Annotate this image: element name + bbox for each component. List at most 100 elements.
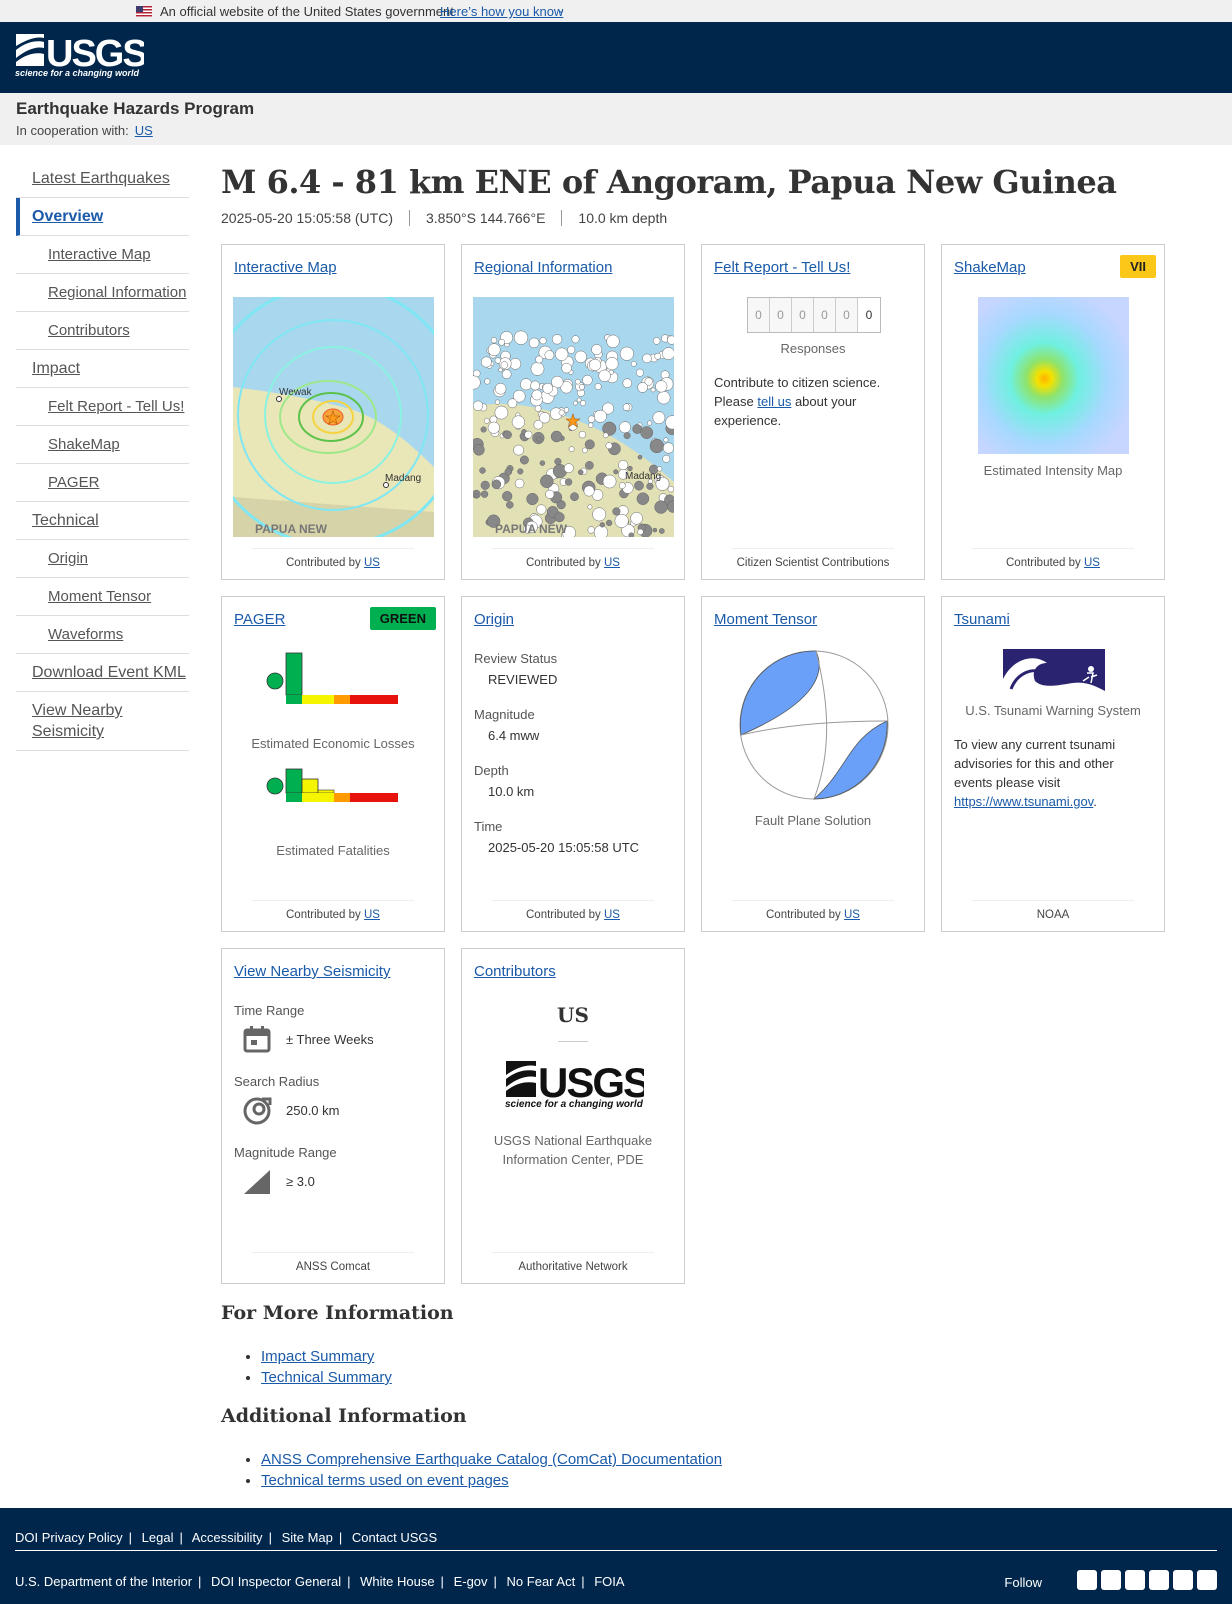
usgs-logo[interactable]: USGS science for a changing world xyxy=(14,30,144,78)
footer-link-legal[interactable]: Legal xyxy=(142,1530,174,1545)
seismicity-dot xyxy=(578,430,587,439)
card-title-nearby[interactable]: View Nearby Seismicity xyxy=(234,963,390,980)
contributor-link[interactable]: US xyxy=(844,909,860,921)
comcat-docs-link[interactable]: ANSS Comprehensive Earthquake Catalog (C… xyxy=(261,1451,722,1468)
footer-link-contact[interactable]: Contact USGS xyxy=(352,1530,437,1545)
contributor-link[interactable]: US xyxy=(604,909,620,921)
tsunami-warning-logo[interactable] xyxy=(1003,649,1105,695)
card-title-tsunami[interactable]: Tsunami xyxy=(954,611,1010,628)
card-title-moment-tensor[interactable]: Moment Tensor xyxy=(714,611,817,628)
nav-regional-information[interactable]: Regional Information xyxy=(16,274,189,312)
technical-terms-link[interactable]: Technical terms used on event pages xyxy=(261,1472,509,1489)
nav-download-kml[interactable]: Download Event KML xyxy=(16,654,189,692)
felt-description: Contribute to citizen science. Please te… xyxy=(714,373,914,430)
impact-summary-link[interactable]: Impact Summary xyxy=(261,1348,374,1365)
nav-technical[interactable]: Technical xyxy=(16,502,189,540)
footer-link-inspector[interactable]: DOI Inspector General xyxy=(211,1574,341,1589)
card-title-regional[interactable]: Regional Information xyxy=(474,259,612,276)
economic-losses-histogram[interactable] xyxy=(266,649,406,719)
seismicity-dot xyxy=(593,525,609,537)
nav-latest-earthquakes[interactable]: Latest Earthquakes xyxy=(16,160,189,198)
how-you-know-link[interactable]: Here’s how you know xyxy=(440,4,563,19)
seismicity-dot xyxy=(494,357,502,364)
nav-contributors[interactable]: Contributors xyxy=(16,312,189,350)
github-icon[interactable] xyxy=(1125,1570,1145,1590)
card-pager[interactable]: PAGER GREEN Estimated Economic Losses Es… xyxy=(221,596,445,932)
nav-pager[interactable]: PAGER xyxy=(16,464,189,502)
footer-link-whitehouse[interactable]: White House xyxy=(360,1574,434,1589)
list-item: Impact Summary xyxy=(261,1346,392,1367)
youtube-icon[interactable] xyxy=(1173,1570,1193,1590)
footer-link-doi[interactable]: U.S. Department of the Interior xyxy=(15,1574,192,1589)
tsunami-gov-link[interactable]: https://www.tsunami.gov xyxy=(954,794,1093,809)
nav-origin[interactable]: Origin xyxy=(16,540,189,578)
card-tsunami[interactable]: Tsunami U.S. Tsunami Warning System To v… xyxy=(941,596,1165,932)
nav-moment-tensor[interactable]: Moment Tensor xyxy=(16,578,189,616)
social-links xyxy=(1077,1570,1217,1590)
regional-map-thumbnail[interactable]: ★ Madang PAPUA NEW xyxy=(473,297,674,537)
seismicity-dot xyxy=(554,512,565,523)
nav-view-nearby-seismicity[interactable]: View Nearby Seismicity xyxy=(16,692,189,751)
seismicity-dot xyxy=(535,355,543,364)
card-title-interactive-map[interactable]: Interactive Map xyxy=(234,259,337,276)
flickr-icon[interactable] xyxy=(1149,1570,1169,1590)
seismicity-dot xyxy=(642,353,652,364)
card-title-origin[interactable]: Origin xyxy=(474,611,514,628)
card-nearby-seismicity[interactable]: View Nearby Seismicity Time Range ± Thre… xyxy=(221,948,445,1284)
nav-overview[interactable]: Overview xyxy=(16,198,189,236)
seismicity-dot xyxy=(494,399,501,405)
seismicity-dot xyxy=(551,334,563,345)
seismicity-dot xyxy=(578,384,585,390)
card-moment-tensor[interactable]: Moment Tensor Fault Plane Solution Contr… xyxy=(701,596,925,932)
card-title-contributors[interactable]: Contributors xyxy=(474,963,556,980)
seismicity-dot xyxy=(491,479,502,490)
interactive-map-thumbnail[interactable]: ★ Wewak Madang PAPUA NEW xyxy=(233,297,434,537)
tsunami-caption: U.S. Tsunami Warning System xyxy=(965,703,1141,718)
card-interactive-map[interactable]: Interactive Map ★ Wewak Madang PAPUA NEW… xyxy=(221,244,445,580)
twitter-icon[interactable] xyxy=(1077,1570,1097,1590)
event-sidebar-nav: Latest Earthquakes Overview Interactive … xyxy=(16,160,189,751)
contributor-link[interactable]: US xyxy=(364,557,380,569)
time-range-label: Time Range xyxy=(234,1003,305,1018)
beachball-icon[interactable] xyxy=(738,649,890,801)
card-regional-information[interactable]: Regional Information ★ Madang PAPUA NEW … xyxy=(461,244,685,580)
counter-digit: 0 xyxy=(836,298,858,332)
card-title-felt-report[interactable]: Felt Report - Tell Us! xyxy=(714,259,850,276)
coop-link[interactable]: US xyxy=(135,123,153,138)
card-contributors[interactable]: Contributors US USGS science for a chang… xyxy=(461,948,685,1284)
footer-link-privacy[interactable]: DOI Privacy Policy xyxy=(15,1530,123,1545)
shakemap-thumbnail[interactable] xyxy=(978,297,1129,454)
contributor-link[interactable]: US xyxy=(604,557,620,569)
card-title-pager[interactable]: PAGER xyxy=(234,611,285,628)
nav-waveforms[interactable]: Waveforms xyxy=(16,616,189,654)
footer-link-sitemap[interactable]: Site Map xyxy=(282,1530,333,1545)
footer-link-accessibility[interactable]: Accessibility xyxy=(192,1530,263,1545)
fatalities-histogram[interactable] xyxy=(266,763,406,833)
facebook-icon[interactable] xyxy=(1101,1570,1121,1590)
card-shakemap[interactable]: ShakeMap VII Estimated Intensity Map Con… xyxy=(941,244,1165,580)
regional-map-label-madang: Madang xyxy=(625,471,661,482)
seismicity-dot xyxy=(542,382,554,394)
tell-us-link[interactable]: tell us xyxy=(757,394,791,409)
card-felt-report[interactable]: Felt Report - Tell Us! 0 0 0 0 0 0 Respo… xyxy=(701,244,925,580)
instagram-icon[interactable] xyxy=(1197,1570,1217,1590)
contributor-network-code: US xyxy=(557,1003,589,1027)
program-title[interactable]: Earthquake Hazards Program xyxy=(16,99,254,119)
contributor-link[interactable]: US xyxy=(364,909,380,921)
nav-interactive-map[interactable]: Interactive Map xyxy=(16,236,189,274)
nav-shakemap[interactable]: ShakeMap xyxy=(16,426,189,464)
seismicity-dot xyxy=(619,421,631,434)
footer-link-nofear[interactable]: No Fear Act xyxy=(507,1574,576,1589)
card-title-shakemap[interactable]: ShakeMap xyxy=(954,259,1026,276)
card-origin[interactable]: Origin Review Status REVIEWED Magnitude … xyxy=(461,596,685,932)
footer-link-egov[interactable]: E-gov xyxy=(454,1574,488,1589)
map-label-madang: Madang xyxy=(385,473,421,484)
tsunami-description: To view any current tsunami advisories f… xyxy=(954,737,1116,809)
nav-felt-report[interactable]: Felt Report - Tell Us! xyxy=(16,388,189,426)
nav-impact[interactable]: Impact xyxy=(16,350,189,388)
contributor-link[interactable]: US xyxy=(1084,557,1100,569)
seismicity-dot xyxy=(619,346,634,361)
footer-link-foia[interactable]: FOIA xyxy=(594,1574,624,1589)
technical-summary-link[interactable]: Technical Summary xyxy=(261,1369,392,1386)
chevron-down-icon[interactable]: ⌄ xyxy=(557,5,565,16)
